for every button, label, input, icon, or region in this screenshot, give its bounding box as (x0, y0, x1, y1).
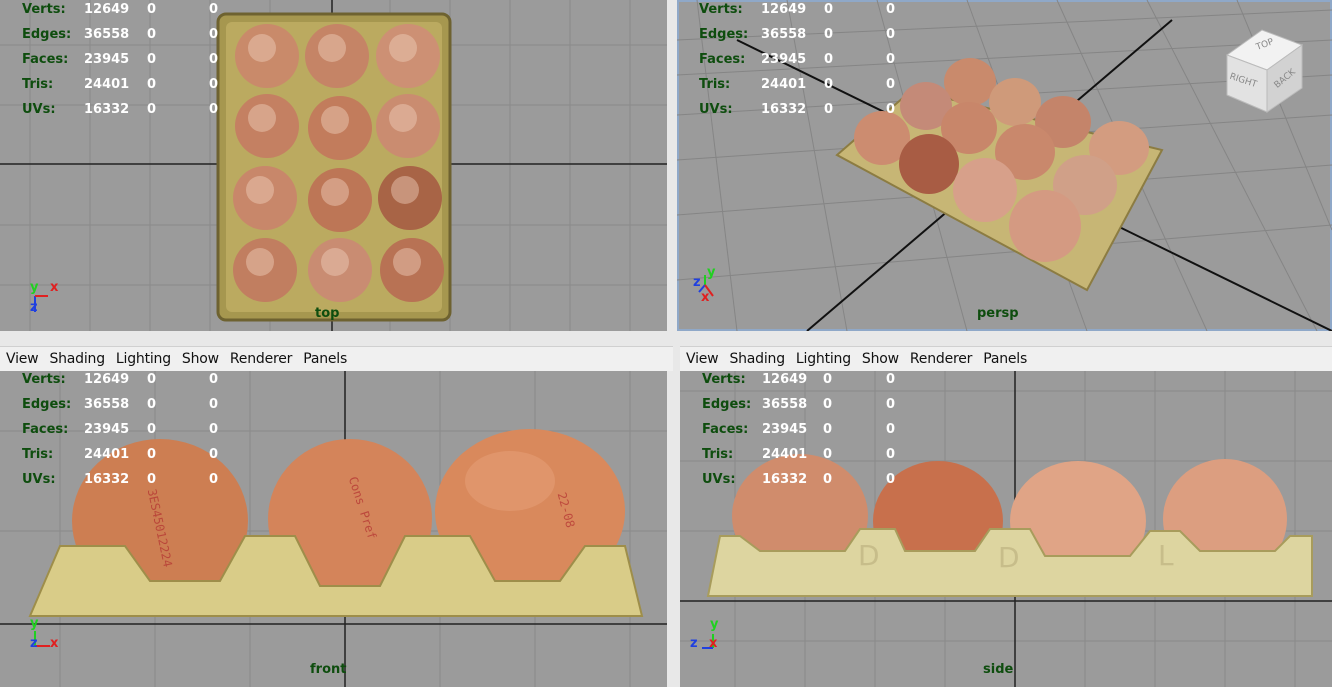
viewport-side[interactable]: D D L y z x Verts: 12649 0 0 Edges: 36558 0 0 … (680, 371, 1332, 687)
menu-show[interactable]: Show (182, 351, 219, 367)
menu-view[interactable]: View (6, 351, 39, 367)
viewport-front[interactable]: 3ES45012224 Cons Pref 22-08 y z x Verts:… (0, 371, 667, 687)
axis-z-label: z (30, 636, 38, 651)
grid-persp (677, 0, 1332, 331)
menu-shading[interactable]: Shading (49, 351, 105, 367)
tray-mark-d: D (998, 541, 1020, 574)
menubar-side: View Shading Lighting Show Renderer Pane… (680, 346, 1332, 371)
axis-z-label: z (30, 300, 38, 315)
axis-x-label: x (701, 290, 710, 305)
axis-y-label: y (30, 280, 39, 295)
axis-y-label: y (710, 617, 719, 632)
camera-label-top: top (315, 306, 340, 321)
tray-mark-l: L (1158, 539, 1174, 572)
axis-y-label: y (30, 616, 39, 631)
camera-label-side: side (983, 662, 1014, 677)
tray-mark-d: D (858, 539, 880, 572)
axis-x-label: x (50, 636, 59, 651)
axis-y-label: y (707, 265, 716, 280)
menu-panels[interactable]: Panels (983, 351, 1027, 367)
menu-panels[interactable]: Panels (303, 351, 347, 367)
menubar-front: View Shading Lighting Show Renderer Pane… (0, 346, 673, 371)
axis-x-label: x (709, 636, 718, 651)
camera-label-persp: persp (977, 306, 1019, 321)
grid-front (0, 371, 667, 687)
menu-lighting[interactable]: Lighting (116, 351, 171, 367)
menu-renderer[interactable]: Renderer (230, 351, 293, 367)
grid-side (680, 371, 1332, 687)
viewport-top[interactable]: y x z Verts: 12649 0 0 Edges: 36558 0 0 Faces:… (0, 0, 667, 331)
menu-view[interactable]: View (686, 351, 719, 367)
axis-z-label: z (693, 275, 701, 290)
menu-renderer[interactable]: Renderer (910, 351, 973, 367)
grid-top (0, 0, 667, 331)
camera-label-front: front (310, 662, 347, 677)
menu-lighting[interactable]: Lighting (796, 351, 851, 367)
viewport-persp[interactable]: TOP RIGHT BACK y z x Verts: 12649 0 0 Edges… (677, 0, 1332, 331)
menu-show[interactable]: Show (862, 351, 899, 367)
menu-shading[interactable]: Shading (729, 351, 785, 367)
axis-x-label: x (50, 280, 59, 295)
axis-z-label: z (690, 636, 698, 651)
